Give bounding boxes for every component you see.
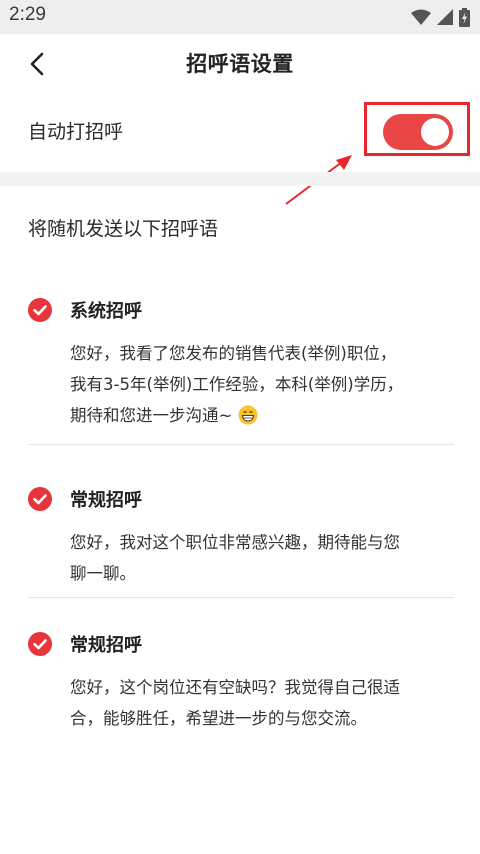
status-time: 2:29 (9, 4, 46, 25)
section-divider (0, 172, 480, 186)
grinning-face-emoji (238, 405, 258, 425)
status-icons (411, 7, 470, 27)
greeting-line: 合，能够胜任，希望进一步的与您交流。 (70, 709, 367, 728)
greeting-title: 常规招呼 (70, 490, 142, 511)
greeting-text: 您好，这个岗位还有空缺吗？我觉得自己很适 合，能够胜任，希望进一步的与您交流。 (70, 672, 454, 734)
section-title: 将随机发送以下招呼语 (28, 218, 219, 240)
status-bar: 2:29 (0, 0, 480, 34)
signal-icon (437, 9, 453, 25)
check-circle-icon (28, 298, 52, 322)
greeting-item[interactable]: 系统招呼 您好，我看了您发布的销售代表(举例)职位， 我有3-5年(举例)工作经… (28, 292, 454, 444)
battery-charging-icon (459, 7, 470, 27)
greeting-list: 系统招呼 您好，我看了您发布的销售代表(举例)职位， 我有3-5年(举例)工作经… (28, 292, 454, 750)
greeting-line: 您好，我对这个职位非常感兴趣，期待能与您 (70, 533, 400, 552)
check-circle-icon (28, 487, 52, 511)
check-circle-icon (28, 632, 52, 656)
wifi-icon (411, 9, 431, 25)
greeting-item[interactable]: 常规招呼 您好，我对这个职位非常感兴趣，期待能与您 聊一聊。 (28, 445, 454, 597)
greeting-line: 我有3-5年(举例)工作经验，本科(举例)学历， (70, 375, 404, 394)
greeting-line: 您好，我看了您发布的销售代表(举例)职位， (70, 344, 397, 363)
greeting-line: 期待和您进一步沟通~ (70, 406, 233, 425)
greeting-item[interactable]: 常规招呼 您好，这个岗位还有空缺吗？我觉得自己很适 合，能够胜任，希望进一步的与… (28, 598, 454, 750)
greeting-title: 系统招呼 (70, 301, 142, 322)
page-title: 招呼语设置 (186, 52, 294, 76)
greeting-title: 常规招呼 (70, 635, 142, 656)
greeting-line: 您好，这个岗位还有空缺吗？我觉得自己很适 (70, 678, 400, 697)
header: 招呼语设置 (0, 34, 480, 92)
greeting-text: 您好，我看了您发布的销售代表(举例)职位， 我有3-5年(举例)工作经验，本科(… (70, 338, 454, 431)
greeting-line: 聊一聊。 (70, 564, 136, 583)
annotation-highlight-box (364, 102, 470, 156)
auto-greet-label: 自动打招呼 (28, 121, 124, 143)
greeting-text: 您好，我对这个职位非常感兴趣，期待能与您 聊一聊。 (70, 527, 454, 589)
